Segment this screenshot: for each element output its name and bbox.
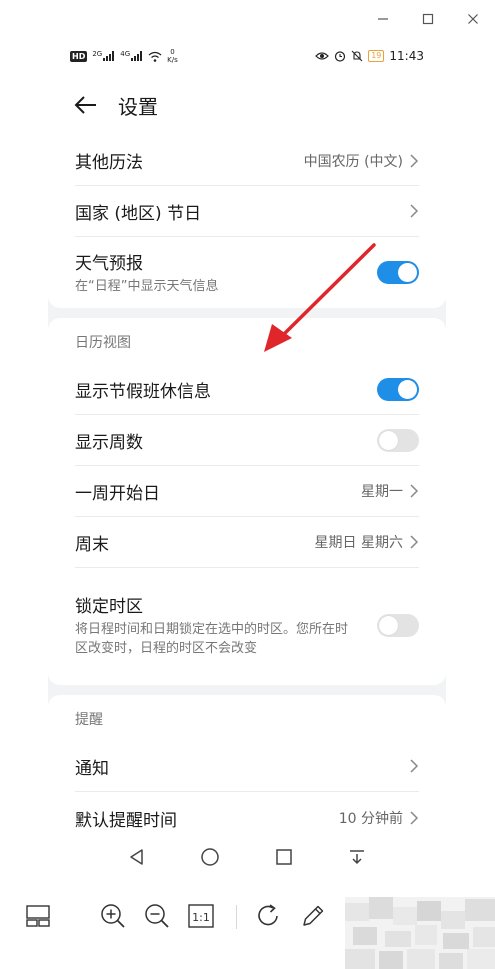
row-label: 周末 bbox=[75, 534, 109, 555]
close-icon[interactable] bbox=[450, 0, 495, 38]
minimize-icon[interactable] bbox=[360, 0, 405, 38]
row-label: 显示节假班休信息 bbox=[75, 381, 211, 402]
signal-bars-icon bbox=[131, 51, 143, 61]
row-label: 其他历法 bbox=[75, 153, 143, 173]
window-controls bbox=[360, 0, 495, 38]
alarm-icon bbox=[335, 51, 346, 62]
row-weekend[interactable]: 周末 星期日 星期六 bbox=[75, 517, 419, 568]
row-label: 默认提醒时间 bbox=[75, 810, 177, 831]
signal-2g-label: 2G bbox=[92, 50, 103, 58]
zoom-in-icon[interactable] bbox=[98, 901, 128, 931]
toolbar-divider bbox=[236, 905, 237, 929]
holiday-info-toggle[interactable] bbox=[377, 377, 419, 401]
recents-square-icon[interactable] bbox=[272, 845, 296, 869]
rotate-icon[interactable] bbox=[254, 901, 284, 931]
chevron-right-icon bbox=[410, 759, 419, 773]
settings-header: 设置 bbox=[48, 74, 446, 136]
home-circle-icon[interactable] bbox=[198, 845, 222, 869]
row-value: 星期日 星期六 bbox=[314, 535, 403, 551]
row-value: 中国农历 (中文) bbox=[303, 153, 403, 170]
chevron-right-icon bbox=[410, 535, 419, 549]
calendar-view-card: 日历视图 显示节假班休信息 显示周数 一周开始日 星期一 周末 星期日 星期六 bbox=[48, 318, 446, 685]
general-settings-card: 其他历法 中国农历 (中文) 国家 (地区) 节日 天气预报 在“日程”中显示天… bbox=[48, 136, 446, 308]
back-triangle-icon[interactable] bbox=[125, 845, 149, 869]
signal-2g: 2G bbox=[92, 51, 115, 61]
lock-timezone-toggle[interactable] bbox=[377, 613, 419, 637]
net-speed-value: 0 bbox=[170, 48, 175, 56]
row-label: 天气预报 bbox=[75, 254, 143, 274]
row-label: 显示周数 bbox=[75, 432, 143, 453]
status-time: 11:43 bbox=[389, 49, 424, 63]
row-label: 一周开始日 bbox=[75, 483, 160, 504]
chevron-right-icon bbox=[410, 204, 419, 218]
back-arrow-icon[interactable] bbox=[74, 91, 102, 119]
system-nav-bar bbox=[48, 835, 446, 879]
status-bar: HD 2G 4G 0 K/s 19 11:43 bbox=[48, 38, 446, 74]
signal-bars-icon bbox=[103, 51, 115, 61]
zoom-out-icon[interactable] bbox=[142, 901, 172, 931]
row-subtitle: 将日程时间和日期锁定在选中的时区。您所在时区改变时，日程的时区不会改变 bbox=[75, 622, 349, 656]
notification-pull-icon[interactable] bbox=[345, 845, 369, 869]
thumbnail-preview[interactable] bbox=[345, 897, 495, 969]
layout-icon[interactable] bbox=[23, 901, 53, 931]
edit-icon[interactable] bbox=[298, 901, 328, 931]
weather-toggle[interactable] bbox=[377, 261, 419, 284]
row-weather-forecast[interactable]: 天气预报 在“日程”中显示天气信息 bbox=[75, 237, 419, 308]
chevron-right-icon bbox=[410, 811, 419, 825]
phone-screen: HD 2G 4G 0 K/s 19 11:43 设置 其他历法 中国农历 (中文… bbox=[48, 38, 446, 880]
maximize-icon[interactable] bbox=[405, 0, 450, 38]
row-week-start[interactable]: 一周开始日 星期一 bbox=[75, 466, 419, 517]
hd-badge: HD bbox=[70, 50, 88, 62]
signal-4g: 4G bbox=[120, 51, 143, 61]
chevron-right-icon bbox=[410, 484, 419, 498]
row-notification[interactable]: 通知 bbox=[75, 741, 419, 792]
row-label: 国家 (地区) 节日 bbox=[75, 203, 202, 224]
row-lock-timezone[interactable]: 锁定时区 将日程时间和日期锁定在选中的时区。您所在时区改变时，日程的时区不会改变 bbox=[75, 568, 419, 682]
row-label: 通知 bbox=[75, 758, 109, 779]
row-value: 星期一 bbox=[361, 484, 403, 500]
net-speed-unit: K/s bbox=[167, 56, 178, 64]
week-numbers-toggle[interactable] bbox=[377, 428, 419, 452]
row-other-calendar[interactable]: 其他历法 中国农历 (中文) bbox=[75, 136, 419, 186]
row-label: 锁定时区 bbox=[75, 597, 143, 617]
page-title: 设置 bbox=[118, 94, 158, 119]
section-title: 日历视图 bbox=[75, 335, 131, 351]
eye-icon bbox=[315, 52, 330, 60]
row-country-holidays[interactable]: 国家 (地区) 节日 bbox=[75, 186, 419, 237]
wifi-icon bbox=[148, 51, 162, 62]
row-show-week-numbers[interactable]: 显示周数 bbox=[75, 415, 419, 466]
section-title: 提醒 bbox=[75, 712, 103, 728]
mute-bell-icon bbox=[351, 50, 363, 62]
actual-size-icon[interactable]: 1:1 bbox=[186, 901, 216, 931]
signal-4g-label: 4G bbox=[120, 50, 131, 58]
row-value: 10 分钟前 bbox=[338, 811, 403, 827]
actual-size-label: 1:1 bbox=[192, 911, 210, 924]
chevron-right-icon bbox=[410, 153, 419, 168]
row-holiday-info[interactable]: 显示节假班休信息 bbox=[75, 364, 419, 415]
net-speed: 0 K/s bbox=[167, 48, 178, 64]
battery-indicator: 19 bbox=[368, 50, 385, 62]
row-subtitle: 在“日程”中显示天气信息 bbox=[75, 279, 219, 294]
